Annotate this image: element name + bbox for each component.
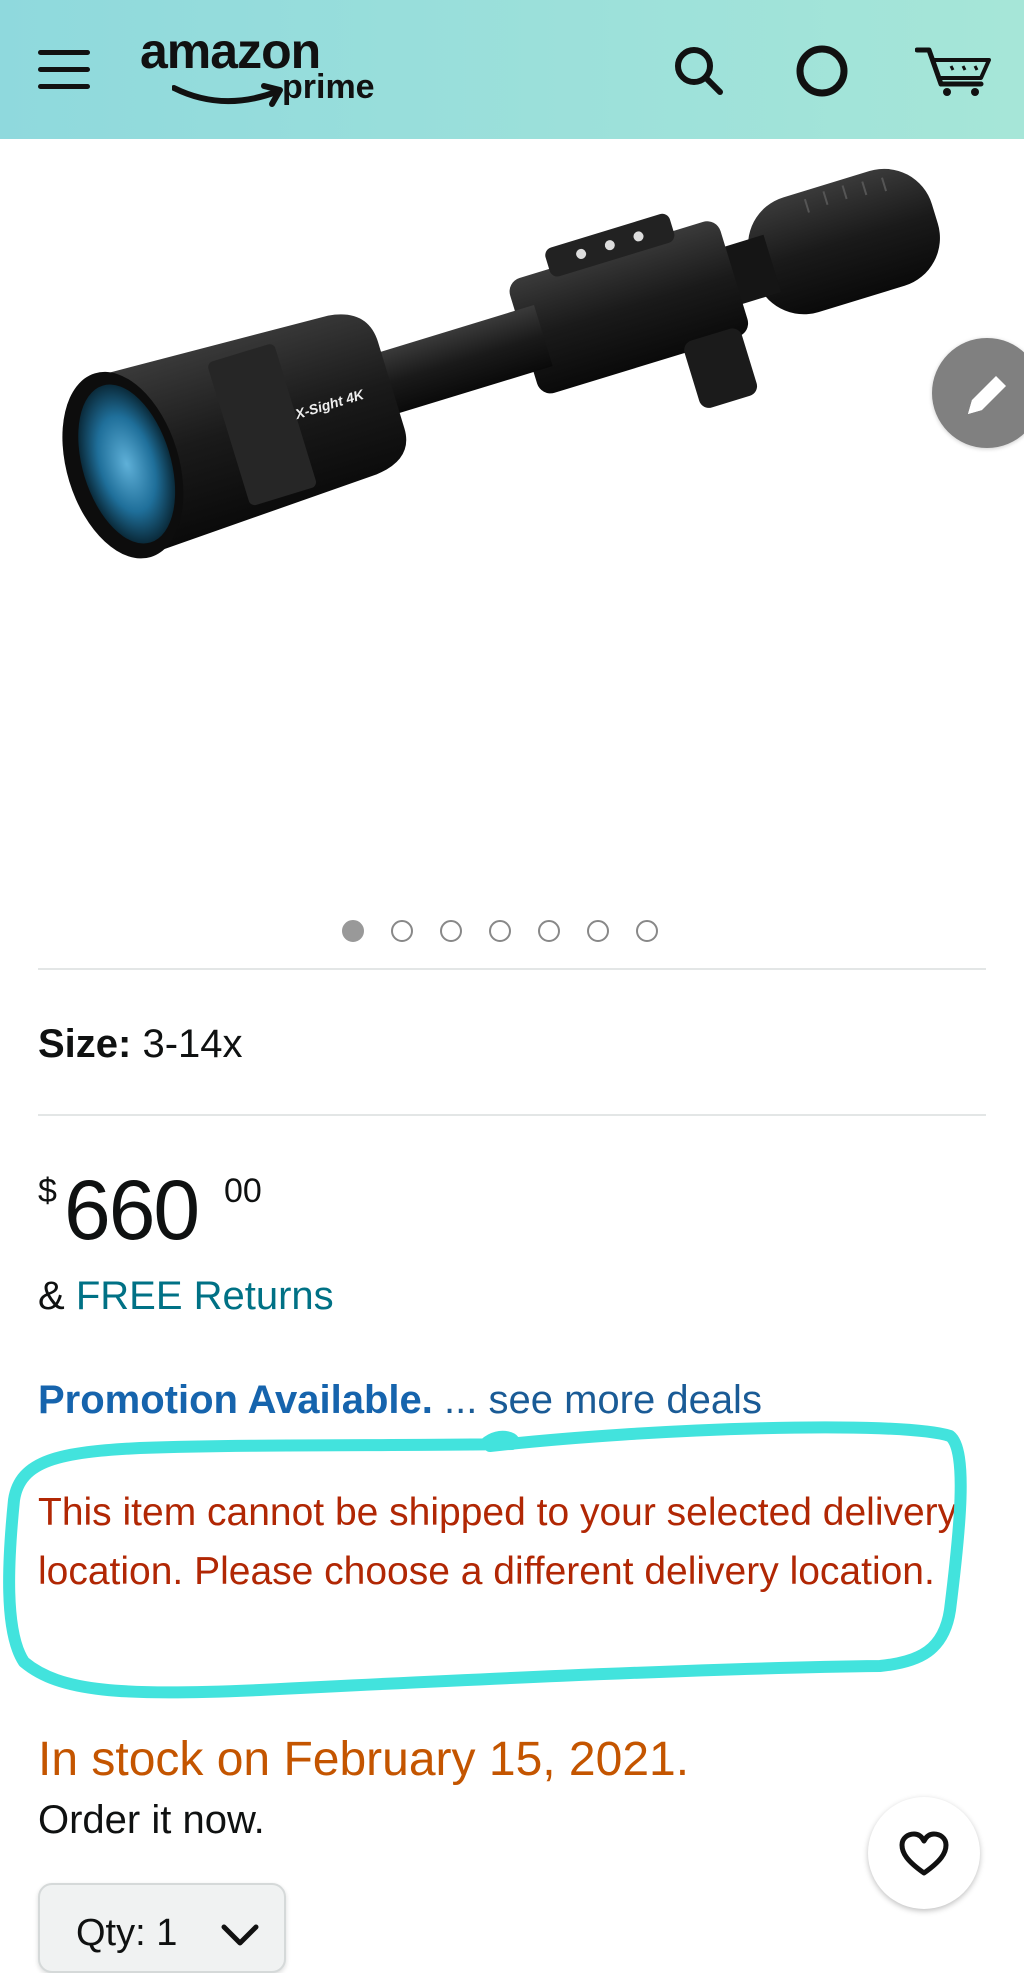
shipping-warning: This item cannot be shipped to your sele…	[38, 1491, 958, 1593]
chevron-down-icon	[221, 1924, 259, 1946]
product-image[interactable]: X-Sight 4K	[0, 139, 1024, 899]
size-selector[interactable]: Size: 3-14x	[38, 1016, 243, 1072]
wishlist-button[interactable]	[868, 1797, 980, 1909]
divider	[38, 1114, 986, 1116]
carousel-dot[interactable]	[587, 920, 609, 942]
free-returns-link[interactable]: FREE Returns	[76, 1274, 334, 1318]
price-whole: 660	[64, 1163, 200, 1257]
promotion-line: Promotion Available. ... see more deals	[38, 1372, 762, 1428]
carousel-dot[interactable]	[538, 920, 560, 942]
logo-prime-word: prime	[282, 68, 375, 106]
returns-line: & FREE Returns	[38, 1268, 334, 1324]
stock-status: In stock on February 15, 2021.	[38, 1733, 690, 1786]
image-carousel-dots[interactable]	[342, 920, 658, 946]
price-currency: $	[38, 1172, 57, 1210]
carousel-dot[interactable]	[636, 920, 658, 942]
carousel-dot[interactable]	[342, 920, 364, 942]
account-icon[interactable]	[795, 44, 849, 98]
order-it-now: Order it now.	[38, 1798, 265, 1842]
top-nav-bar: amazon prime	[0, 0, 1024, 139]
quantity-text: Qty:	[76, 1912, 146, 1954]
amazon-prime-logo[interactable]: amazon prime	[140, 26, 400, 116]
carousel-dot[interactable]	[440, 920, 462, 942]
quantity-label: Qty: 1	[76, 1909, 177, 1957]
carousel-dot[interactable]	[391, 920, 413, 942]
menu-icon[interactable]	[38, 50, 90, 92]
search-icon[interactable]	[672, 44, 726, 98]
carousel-dot[interactable]	[489, 920, 511, 942]
pencil-icon	[968, 376, 1006, 414]
cart-icon[interactable]	[915, 44, 995, 98]
size-label: Size:	[38, 1022, 132, 1066]
heart-icon	[899, 1831, 949, 1876]
see-more-deals-link[interactable]: ... see more deals	[444, 1378, 762, 1422]
quantity-dropdown[interactable]: Qty: 1	[38, 1883, 286, 1973]
returns-prefix: &	[38, 1274, 65, 1318]
promotion-label[interactable]: Promotion Available.	[38, 1378, 433, 1422]
quantity-value: 1	[156, 1912, 178, 1954]
divider	[38, 968, 986, 970]
size-value: 3-14x	[142, 1022, 243, 1066]
logo-smile-icon	[172, 83, 283, 107]
price-fraction: 00	[224, 1172, 262, 1210]
